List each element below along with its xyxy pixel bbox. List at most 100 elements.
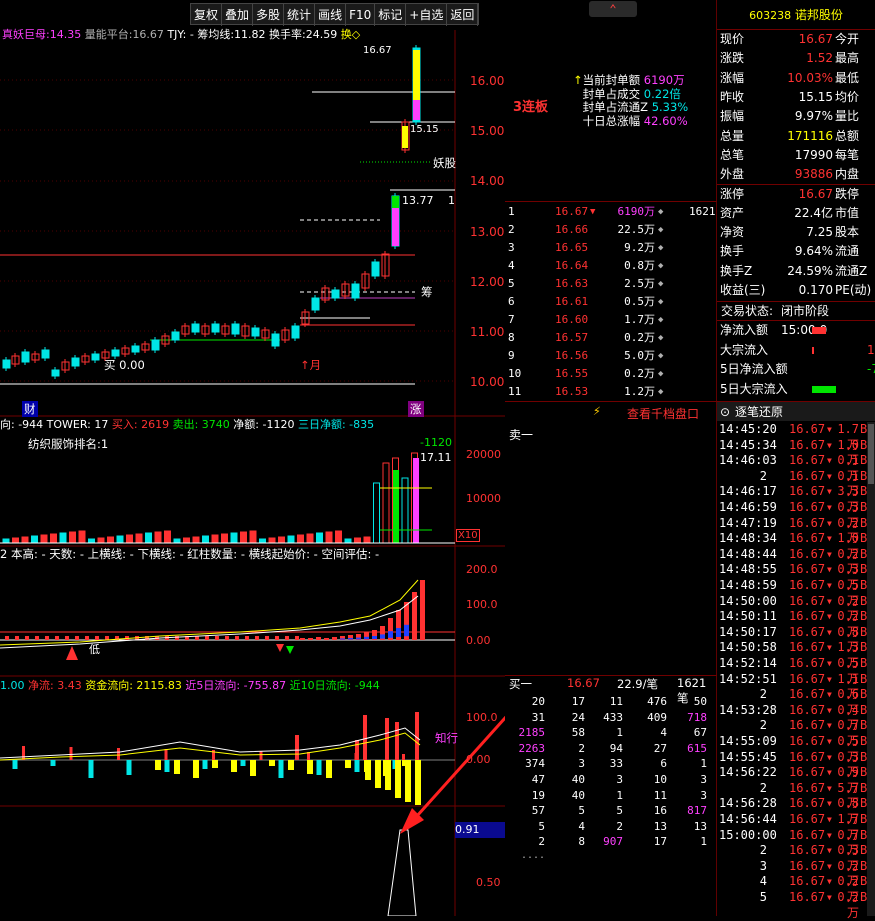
queue-cell: 3 (700, 773, 707, 786)
queue-cell: 4 (660, 726, 667, 740)
orderbook-row[interactable]: 1 16.67 ▼ 6190万 ◆ 1621 (505, 203, 717, 221)
indicator-bar-small (235, 636, 239, 640)
queue-cell: 907 (603, 835, 623, 849)
toolbar-button[interactable]: 标记 (375, 4, 407, 26)
indicator-bar-small (275, 636, 279, 640)
flow-bar-pos (363, 715, 367, 760)
price-label-line: 15.15 (410, 124, 439, 135)
toolbar-button[interactable]: 叠加 (222, 4, 254, 26)
collapse-toggle[interactable]: ⌃ (589, 1, 637, 17)
queue-cell: 11 (653, 788, 667, 802)
quote-row: 昨收 15.15 均价 (717, 88, 875, 107)
ticks-header[interactable]: ⊙ 逐笔还原 (717, 401, 875, 421)
trade-status: 交易状态: 闭市阶段 15:00:0 (717, 301, 875, 337)
queue-cell: 817 (687, 804, 707, 818)
level-price: 16.66 (555, 223, 589, 236)
orderbook-row[interactable]: 5 16.63 2.5万 ◆ (505, 275, 717, 293)
peak-shape (387, 829, 417, 916)
quote-value: 9.97% (794, 109, 833, 124)
flow-bar-yellow (345, 760, 351, 768)
tick-price: 16.67 (789, 422, 826, 436)
orderbook-row[interactable]: 6 16.61 0.5万 ◆ (505, 293, 717, 311)
orderbook-row[interactable]: 7 16.60 1.7万 ◆ (505, 311, 717, 329)
orderbook-row[interactable]: 11 16.53 1.2万 ◆ (505, 383, 717, 401)
queue-cell: 40 (571, 773, 585, 786)
tick-row: 14:48:44 16.67 ▼ 0.2万 B (717, 546, 874, 577)
chart-area[interactable]: 复权 叠加 多股 统计 画线 F10 标记 +自选 返回 真妖巨母:14.35 量能平台:16.… (0, 0, 505, 916)
toolbar-button[interactable]: 统计 (284, 4, 316, 26)
volume-bar (335, 530, 342, 544)
tick-price: 16.67 (789, 500, 826, 514)
vol-axis-mid: 10000 (466, 492, 501, 505)
flow-bar-yellow (385, 760, 391, 790)
tick-row: 14:47:19 16.67 ▼ 0.2万 B (717, 516, 874, 546)
price-label-mid-right: 1 (448, 194, 455, 207)
tick-row: 15:00:00 16.67 ▼ 0.7万 B (717, 828, 874, 858)
orderbook-row[interactable]: 4 16.64 0.8万 ◆ (505, 257, 717, 275)
flow-header-item: 近10日流向: -944 (289, 679, 380, 692)
level-number: 8 (508, 331, 515, 344)
buy-one-price: 16.67 (567, 676, 600, 690)
toolbar-button[interactable]: +自选 (406, 4, 448, 26)
indicator-bar-blue (348, 638, 353, 640)
quote-right-label: 最低 (835, 70, 860, 85)
indicator-bars (5, 580, 425, 640)
toolbar-button[interactable]: 多股 (253, 4, 285, 26)
ticks-header-label: 逐笔还原 (735, 405, 784, 419)
candle-body (231, 323, 240, 335)
toolbar-button[interactable]: 画线 (315, 4, 347, 26)
orderbook-row[interactable]: 10 16.55 0.2万 ◆ (505, 365, 717, 383)
vol-header-item: 买入: 2619 (111, 418, 170, 431)
queue-cell: 94 (609, 741, 623, 755)
divider (505, 201, 717, 202)
flow-row: 5日大宗流入 (717, 380, 875, 399)
tick-row: 14:46:17 16.67 ▼ 3.3万 B (717, 484, 874, 514)
toolbar-button[interactable]: 返回 (447, 4, 479, 26)
tick-time: 14:46:17 (719, 484, 777, 499)
indicator-bar-small (45, 636, 49, 640)
orderbook-row[interactable]: 3 16.65 9.2万 ◆ (505, 239, 717, 257)
volume-bar (373, 482, 380, 544)
queue-row: 19 40 1 11 3 (505, 788, 717, 804)
volume-bar (306, 533, 314, 544)
header-value: 24.59 (305, 28, 338, 41)
quote-right-label: 流通 (835, 244, 860, 259)
limit-info-row: ↑当前封单额 6190万 (573, 73, 723, 88)
quote-right-label: 今开 (835, 32, 860, 46)
volume-bar (344, 538, 352, 544)
flow-row: 5日净流入额 -7 (717, 360, 875, 379)
limit-info-label: 当前封单额 (582, 73, 641, 87)
tick-row: 14:52:51 16.67 ▼ 1.1万 B (717, 671, 874, 702)
scrollbar[interactable] (867, 422, 875, 916)
toolbar-button[interactable]: 复权 (191, 4, 223, 26)
flow-label: 5日大宗流入 (720, 381, 788, 396)
ind-axis-zero: 0.00 (466, 634, 491, 647)
flow-bars (12, 712, 421, 805)
header-label: 换手率: (269, 28, 306, 41)
tick-time: 14:48:59 (719, 578, 777, 592)
toolbar-button[interactable]: F10 (346, 4, 376, 26)
indicator-bar-blue (404, 624, 409, 637)
quote-value: 1.52 (806, 51, 833, 66)
volume-bar (249, 530, 257, 544)
x10-badge[interactable]: X10 (456, 529, 480, 542)
orderbook-row[interactable]: 2 16.66 22.5万 ◆ (505, 221, 717, 239)
tick-price: 16.67 (789, 546, 826, 561)
orderbook-row[interactable]: 9 16.56 5.0万 ◆ (505, 347, 717, 365)
orderbook-row[interactable]: 8 16.57 0.2万 ◆ (505, 329, 717, 347)
volume-bar (316, 532, 323, 544)
volume-bar (297, 534, 304, 544)
candle-group (2, 45, 421, 379)
scrollbar-thumb[interactable] (868, 424, 874, 484)
level-volume: 9.2万 (624, 241, 655, 254)
indicator-bar-blue (356, 637, 361, 640)
trade-status-label: 交易状态: (721, 304, 774, 318)
qiandang-link[interactable]: 查看千档盘口 (627, 405, 699, 422)
volume-bar (116, 535, 124, 544)
volume-bar (230, 532, 238, 544)
tick-price: 16.67 (789, 671, 826, 686)
candle-body (191, 323, 200, 333)
flow-header-item: 1.00 (0, 679, 25, 692)
flow-axis-zero: 0.00 (466, 753, 491, 766)
vol-axis-top: 20000 (466, 448, 501, 461)
